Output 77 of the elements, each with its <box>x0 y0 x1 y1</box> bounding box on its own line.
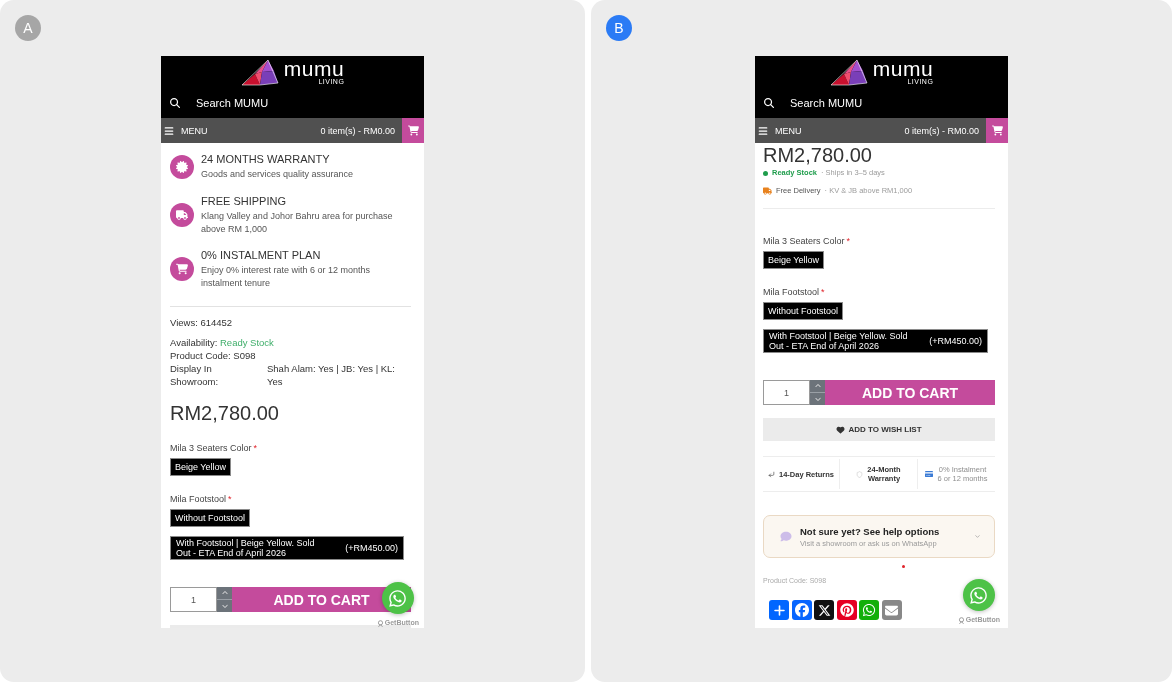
availability-label: Availability: <box>170 337 218 348</box>
menu-label[interactable]: MENU <box>775 125 802 136</box>
panel-badge: B <box>606 15 632 41</box>
chat-button[interactable] <box>381 582 414 614</box>
plus-icon <box>772 603 786 617</box>
credit-logo-icon <box>376 619 384 627</box>
product-price: RM2,780.00 <box>763 143 873 167</box>
option-button[interactable]: Beige Yellow <box>170 458 232 476</box>
quantity-field[interactable]: 1 <box>170 587 217 612</box>
envelope-icon <box>885 603 898 617</box>
option-button[interactable]: Beige Yellow <box>763 251 825 269</box>
logo-wordmark: mumu <box>872 58 934 78</box>
return-arrow-icon <box>768 470 775 478</box>
dot-icon <box>902 565 905 568</box>
feature-title: 24 MONTHS WARRANTY <box>201 152 331 166</box>
chevron-down-icon <box>974 533 981 540</box>
option-label: Mila 3 Seaters Color * <box>763 235 851 247</box>
product-price: RM2,780.00 <box>170 401 280 425</box>
feature-title: FREE SHIPPING <box>201 193 287 208</box>
add-to-cart-button[interactable]: ADD TO CART <box>825 380 995 405</box>
card-icon <box>925 470 934 478</box>
x-logo-icon <box>817 603 831 617</box>
shield-icon <box>856 470 864 478</box>
option-button[interactable]: Without Footstool <box>763 302 844 320</box>
wishlist-button[interactable]: ADD TO WISH LIST <box>763 418 995 441</box>
truck-icon <box>763 187 772 195</box>
heart-icon <box>836 425 846 434</box>
feature-title: 0% INSTALMENT PLAN <box>201 248 322 262</box>
cart-icon <box>170 257 194 281</box>
views-count: Views: 614452 <box>170 317 233 328</box>
option-label: Mila Footstool * <box>763 286 825 298</box>
showroom-value: Shah Alam: Yes | JB: Yes | KL: Yes <box>267 362 396 388</box>
status-dot-icon <box>763 170 768 176</box>
search-bar[interactable]: Search MUMU <box>755 88 1008 118</box>
p-logo-icon <box>839 603 854 617</box>
availability-value: Ready Stock <box>220 337 274 348</box>
feature-text: Enjoy 0% interest rate with 6 or 12 months instalment tenure <box>201 264 372 290</box>
chevron-up-icon <box>221 590 228 596</box>
phone-bubble-icon <box>388 588 408 608</box>
chevron-up-icon <box>814 383 821 389</box>
panel-badge: A <box>15 15 41 41</box>
chevron-down-icon <box>221 603 228 609</box>
cart-button[interactable] <box>986 118 1008 143</box>
share-button[interactable] <box>814 600 834 620</box>
truck-icon <box>170 202 194 227</box>
seal-icon <box>170 154 194 179</box>
f-logo-icon <box>794 603 809 617</box>
feature-text: Klang Valley and Johor Bahru area for purchase above RM 1,000 <box>201 209 394 236</box>
phone-bubble-icon <box>862 603 876 617</box>
menu-label[interactable]: MENU <box>181 125 208 136</box>
feature-text: Goods and services quality assurance <box>201 168 354 181</box>
search-icon[interactable] <box>170 98 180 108</box>
cart-icon <box>407 125 419 136</box>
cart-button[interactable] <box>402 118 424 143</box>
option-label: Mila Footstool * <box>170 493 232 505</box>
quantity-field[interactable]: 1 <box>763 380 810 405</box>
option-button[interactable]: Without Footstool <box>170 509 251 527</box>
search-bar[interactable]: Search MUMU <box>161 88 424 118</box>
cart-summary[interactable]: 0 item(s) - RM0.00 <box>320 125 395 136</box>
phone-bubble-icon <box>969 585 989 605</box>
search-icon[interactable] <box>764 98 774 108</box>
menu-icon[interactable] <box>163 125 175 136</box>
chat-bubble-icon <box>779 531 793 542</box>
chevron-down-icon <box>814 396 821 402</box>
cart-icon <box>991 125 1003 136</box>
logo-mark-icon <box>240 59 279 86</box>
option-button[interactable]: With Footstool | Beige Yellow. Sold Out - ETA End of April 2026 (+RM450.00) <box>763 329 988 353</box>
menu-icon[interactable] <box>757 125 769 136</box>
product-code: Product Code: S098 <box>170 350 256 361</box>
showroom-label: Display In Showroom: <box>170 362 220 388</box>
cart-summary[interactable]: 0 item(s) - RM0.00 <box>904 125 979 136</box>
logo-mark-icon <box>829 59 868 86</box>
logo-wordmark: mumu <box>283 58 345 78</box>
option-label: Mila 3 Seaters Color * <box>170 442 258 454</box>
credit-logo-icon <box>957 616 965 624</box>
option-button[interactable]: With Footstool | Beige Yellow. Sold Out - ETA End of April 2026 (+RM450.00) <box>170 536 404 560</box>
help-title: Not sure yet? See help options <box>800 525 940 538</box>
